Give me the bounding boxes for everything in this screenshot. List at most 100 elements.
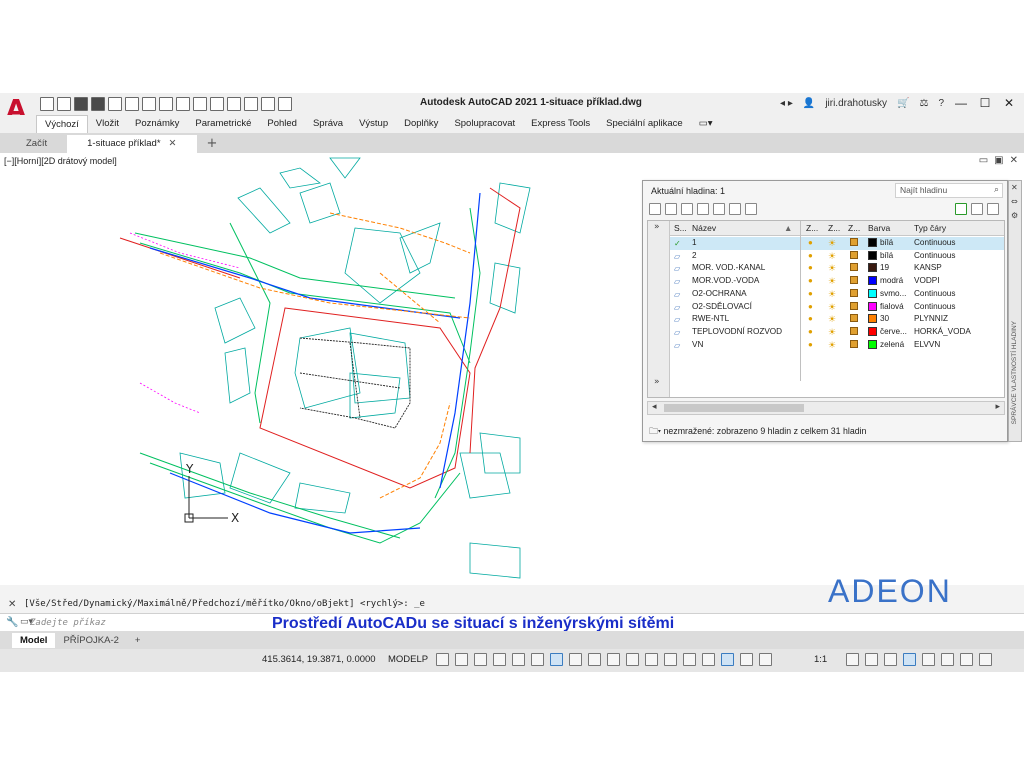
layer-linetype[interactable]: PLYNNIZ <box>914 314 948 323</box>
layer-color-swatch[interactable] <box>868 339 877 349</box>
ribbon-tab-express-tools[interactable]: Express Tools <box>523 115 598 133</box>
new-property-filter-icon[interactable] <box>649 203 661 215</box>
scroll-thumb[interactable] <box>664 404 804 412</box>
col-freeze[interactable]: Z... <box>828 223 840 233</box>
layer-row[interactable]: ▱ O2-OCHRANA ● ☀ svmo... Continuous <box>670 288 1004 301</box>
close-command-icon[interactable]: ✕ <box>8 599 16 610</box>
layer-name[interactable]: MOR.VOD.-VODA <box>692 276 759 285</box>
layer-linetype[interactable]: ELVVN <box>914 340 940 349</box>
layer-row[interactable]: ✓ 1 ● ☀ bílá Continuous <box>670 237 1004 250</box>
layer-color-name[interactable]: červe... <box>880 327 907 336</box>
layer-linetype[interactable]: Continuous <box>914 251 955 260</box>
new-layer-frozen-icon[interactable] <box>713 203 725 215</box>
grid-icon[interactable] <box>436 653 449 666</box>
graphics-performance-icon[interactable] <box>922 653 935 666</box>
save-icon[interactable] <box>74 97 88 111</box>
redo-icon[interactable] <box>176 97 190 111</box>
col-on[interactable]: Z... <box>806 223 818 233</box>
col-status[interactable]: S... <box>674 223 687 233</box>
open-file-icon[interactable] <box>57 97 71 111</box>
qat-menu-icon[interactable] <box>278 97 292 111</box>
layer-row[interactable]: ▱ MOR.VOD.-VODA ● ☀ modrá VODPI <box>670 275 1004 288</box>
annotation-scale-value[interactable]: 1:1 <box>814 654 827 665</box>
palette-properties-icon[interactable]: ⚙ <box>1011 211 1018 220</box>
selection-cycling-icon[interactable] <box>607 653 620 666</box>
layer-color-swatch[interactable] <box>868 238 877 247</box>
maximize-button[interactable]: ☐ <box>978 96 992 110</box>
layer-color-name[interactable]: bílá <box>880 238 893 247</box>
layer-color-name[interactable]: fialová <box>880 302 904 311</box>
ribbon-tab-poznamky[interactable]: Poznámky <box>127 115 187 133</box>
isodraft-icon[interactable] <box>512 653 525 666</box>
units-icon[interactable] <box>884 653 897 666</box>
ribbon-tab-spolupracovat[interactable]: Spolupracovat <box>446 115 523 133</box>
selection-filter-icon[interactable] <box>664 653 677 666</box>
col-color[interactable]: Barva <box>868 223 890 233</box>
layer-on-icon[interactable]: ● <box>808 327 815 336</box>
ribbon-tab-parametricke[interactable]: Parametrické <box>187 115 259 133</box>
object-snap-tracking-icon[interactable] <box>531 653 544 666</box>
layer-linetype[interactable]: VODPI <box>914 276 939 285</box>
undo-icon[interactable] <box>159 97 173 111</box>
new-file-icon[interactable] <box>40 97 54 111</box>
layer-color-name[interactable]: 19 <box>880 263 889 272</box>
layer-color-name[interactable]: zelená <box>880 340 904 349</box>
model-space-toggle[interactable]: MODELP <box>388 654 428 665</box>
refresh-icon[interactable] <box>955 203 967 215</box>
layout-tab-pripojka[interactable]: PŘÍPOJKA-2 <box>55 633 126 648</box>
new-tab-icon[interactable]: + <box>197 135 228 153</box>
ribbon-tab-specialni-aplikace[interactable]: Speciální aplikace <box>598 115 691 133</box>
new-layout-icon[interactable]: + <box>127 633 149 648</box>
snap-icon[interactable] <box>455 653 468 666</box>
layer-unlock-icon[interactable] <box>850 288 858 297</box>
auto-scale-icon[interactable] <box>740 653 753 666</box>
delete-layer-icon[interactable] <box>729 203 741 215</box>
gear-icon[interactable] <box>987 203 999 215</box>
layer-on-icon[interactable]: ● <box>808 314 815 323</box>
clean-screen-icon[interactable] <box>941 653 954 666</box>
scroll-left-icon[interactable]: ◂ <box>652 402 657 412</box>
annotation-monitor-icon[interactable] <box>865 653 878 666</box>
set-current-icon[interactable] <box>745 203 757 215</box>
exchange-icon[interactable]: ⚖ <box>919 98 928 109</box>
layer-color-name[interactable]: bílá <box>880 251 893 260</box>
layer-color-swatch[interactable] <box>868 288 877 298</box>
new-layer-icon[interactable] <box>697 203 709 215</box>
layer-row[interactable]: ▱ RWE-NTL ● ☀ 30 PLYNNIZ <box>670 313 1004 326</box>
layer-thaw-icon[interactable]: ☀ <box>828 263 837 273</box>
layer-row[interactable]: ▱ TEPLOVODNÍ ROZVOD ● ☀ červe... HORKÁ_VODA <box>670 326 1004 339</box>
layer-on-icon[interactable]: ● <box>808 276 815 285</box>
isolate-objects-icon[interactable] <box>903 653 916 666</box>
layer-unlock-icon[interactable] <box>850 326 858 335</box>
layer-linetype[interactable]: KANSP <box>914 263 942 272</box>
ribbon-tab-pohled[interactable]: Pohled <box>259 115 305 133</box>
customize-status-icon[interactable] <box>960 653 973 666</box>
ribbon-tab-sprava[interactable]: Správa <box>305 115 351 133</box>
layer-unlock-icon[interactable] <box>850 263 858 272</box>
help-icon[interactable]: ? <box>938 98 944 109</box>
layer-thaw-icon[interactable]: ☀ <box>828 238 837 248</box>
plot-icon[interactable] <box>142 97 156 111</box>
new-group-filter-icon[interactable] <box>665 203 677 215</box>
expand-filter-icon[interactable]: » <box>654 222 660 232</box>
layer-name[interactable]: O2-SDĚLOVACÍ <box>692 302 752 311</box>
ribbon-tab-vlozit[interactable]: Vložit <box>88 115 127 133</box>
start-tab[interactable]: Začít <box>6 135 67 153</box>
ortho-icon[interactable] <box>474 653 487 666</box>
layer-name[interactable]: MOR. VOD.-KANAL <box>692 263 765 272</box>
layer-color-swatch[interactable] <box>868 314 877 324</box>
polar-icon[interactable] <box>493 653 506 666</box>
layer-row[interactable]: ▱ MOR. VOD.-KANAL ● ☀ 19 KANSP <box>670 262 1004 275</box>
3d-osnap-icon[interactable] <box>626 653 639 666</box>
layer-color-name[interactable]: 30 <box>880 314 889 323</box>
layer-color-swatch[interactable] <box>868 276 877 286</box>
layer-on-icon[interactable]: ● <box>808 251 815 260</box>
layer-linetype[interactable]: HORKÁ_VODA <box>914 327 971 336</box>
drawing-canvas[interactable]: [−][Horní][2D drátový model] ▭ ▣ ✕ Y X A… <box>0 153 1024 585</box>
layer-linetype[interactable]: Continuous <box>914 238 955 247</box>
layer-on-icon[interactable]: ● <box>808 302 815 311</box>
layer-on-icon[interactable]: ● <box>808 289 815 298</box>
transparency-icon[interactable] <box>588 653 601 666</box>
layer-name[interactable]: VN <box>692 340 703 349</box>
layer-unlock-icon[interactable] <box>850 339 858 348</box>
